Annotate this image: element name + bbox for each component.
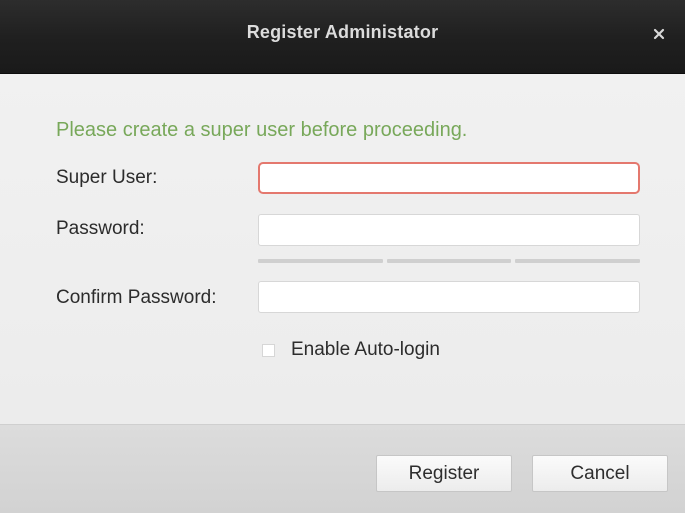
auto-login-label: Enable Auto-login [291, 339, 440, 360]
dialog-title: Register Administator [246, 22, 439, 42]
auto-login-checkbox[interactable] [262, 343, 275, 357]
cancel-button[interactable]: Cancel [532, 455, 668, 492]
title-bar: Register Administator [0, 0, 685, 74]
password-input[interactable] [258, 214, 640, 246]
register-button[interactable]: Register [376, 455, 512, 492]
confirm-password-input[interactable] [258, 281, 640, 313]
close-icon [653, 28, 665, 40]
confirm-password-label: Confirm Password: [56, 287, 217, 308]
strength-segment-strong [515, 259, 641, 263]
register-administrator-dialog: Register Administator Please create a su… [0, 0, 685, 513]
strength-segment-weak [258, 259, 383, 263]
strength-segment-medium [386, 259, 512, 263]
password-strength-meter [258, 259, 641, 263]
dialog-content: Please create a super user before procee… [0, 74, 685, 424]
super-user-input[interactable] [258, 162, 640, 194]
password-label: Password: [56, 218, 145, 239]
super-user-label: Super User: [56, 167, 158, 188]
close-button[interactable] [649, 24, 669, 44]
instruction-text: Please create a super user before procee… [56, 119, 468, 141]
auto-login-option[interactable]: Enable Auto-login [262, 339, 440, 361]
dialog-footer: Register Cancel [0, 424, 685, 513]
